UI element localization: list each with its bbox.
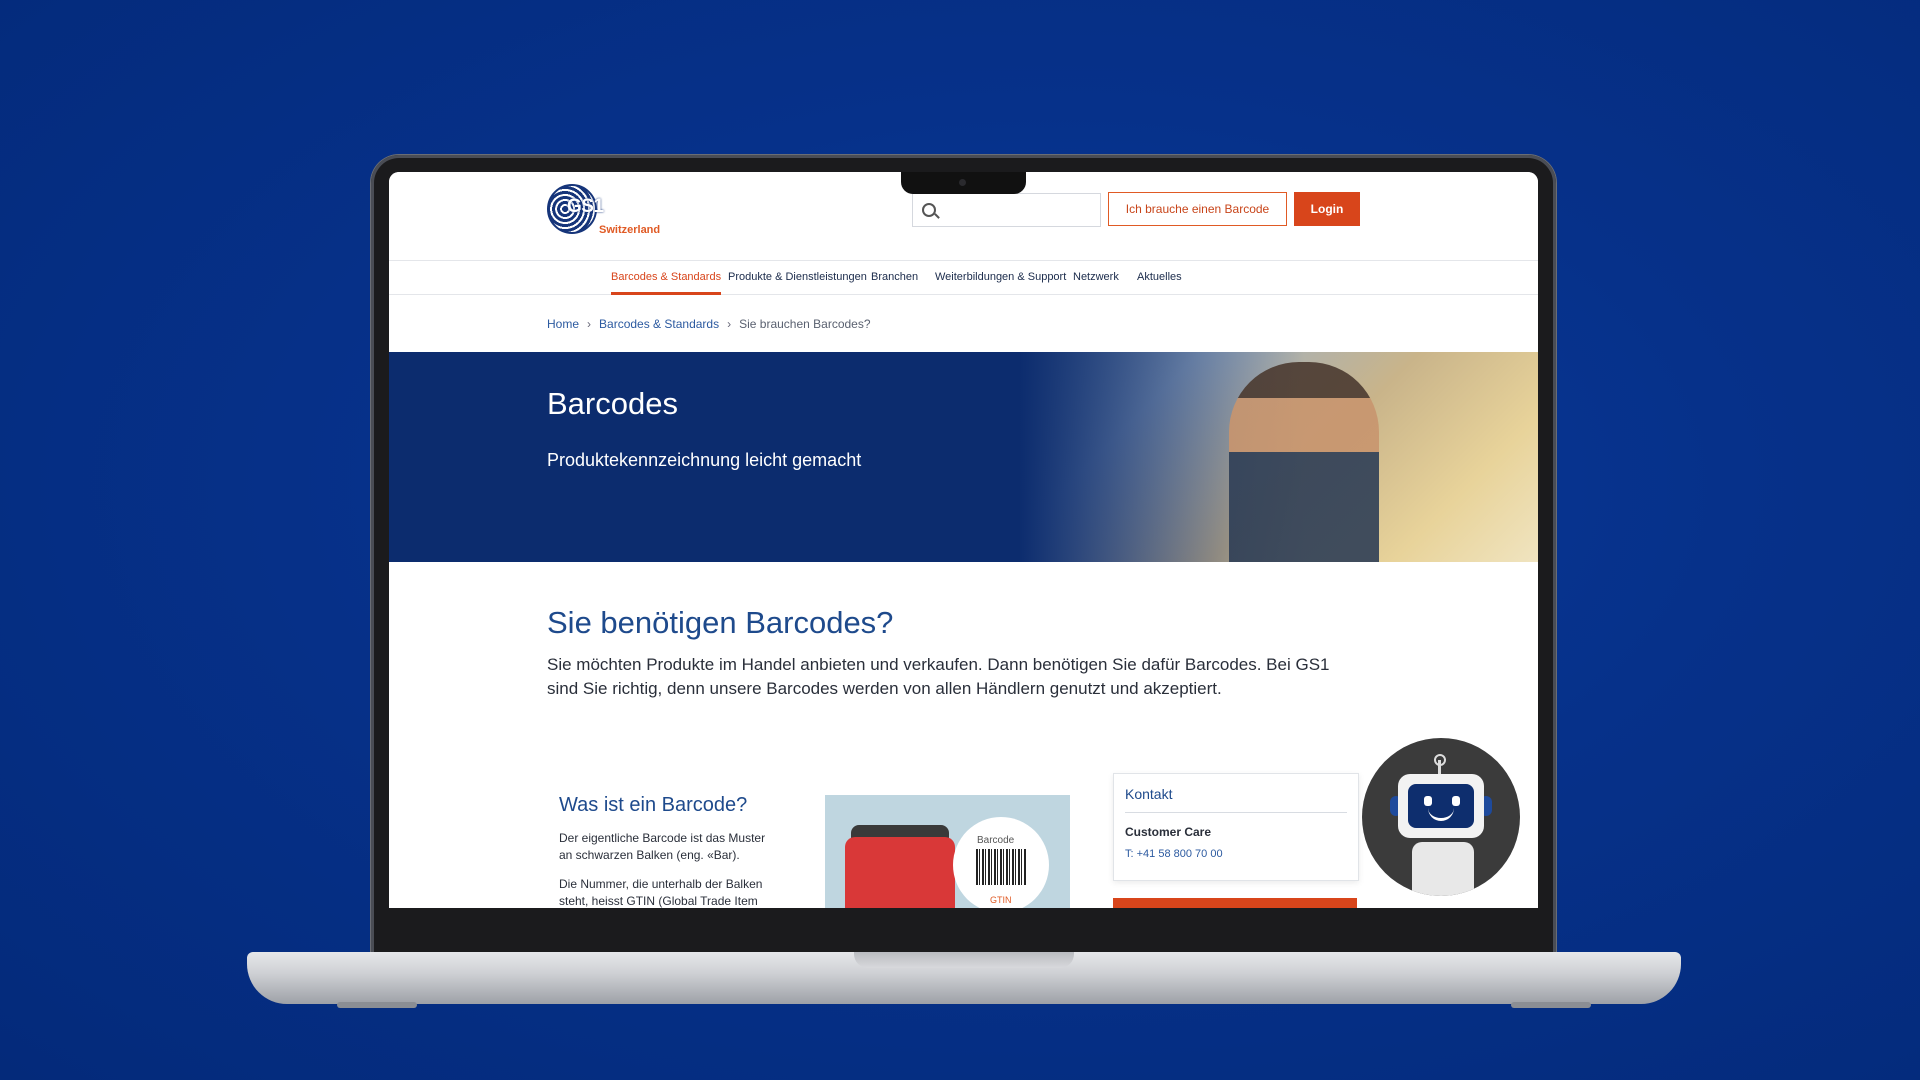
robot-eye-right	[1452, 796, 1460, 806]
breadcrumb-home[interactable]: Home	[547, 317, 579, 331]
chevron-right-icon: ›	[587, 317, 592, 331]
robot-body	[1412, 842, 1474, 896]
nav-item-weiterbildungen[interactable]: Weiterbildungen & Support	[935, 261, 1066, 295]
gtin-label: GTIN	[990, 895, 1012, 905]
hero-subtitle: Produktekennzeichnung leicht gemacht	[547, 450, 862, 470]
nav-item-branchen[interactable]: Branchen	[871, 261, 918, 295]
contact-card: Kontakt Customer Care T: +41 58 800 70 0…	[1113, 773, 1359, 881]
nav-item-produkte[interactable]: Produkte & Dienstleistungen	[728, 261, 867, 295]
search-icon	[922, 203, 936, 217]
breadcrumb: Home › Barcodes & Standards › Sie brauchen B…	[547, 317, 871, 331]
robot-eye-left	[1424, 796, 1432, 806]
nav-item-barcodes-standards[interactable]: Barcodes & Standards	[611, 261, 722, 295]
laptop-notch	[901, 172, 1026, 194]
chatbot-robot-icon[interactable]	[1362, 738, 1520, 896]
jar	[845, 837, 955, 908]
barcode-label: Barcode	[977, 835, 1015, 846]
contact-phone-link[interactable]: T: +41 58 800 70 00	[1125, 848, 1223, 860]
hero-person-woman	[1374, 382, 1494, 562]
login-button[interactable]: Login	[1294, 192, 1360, 226]
contact-name: Customer Care	[1125, 825, 1212, 839]
contact-title: Kontakt	[1125, 786, 1173, 802]
logo-region: Switzerland	[599, 224, 661, 236]
hero-person-man	[1229, 362, 1379, 562]
page-heading: Sie benötigen Barcodes?	[547, 605, 894, 640]
camera-icon	[959, 179, 966, 186]
what-is-barcode-text-2: Die Nummer, die unterhalb der Balken ste…	[559, 877, 763, 908]
cta-button[interactable]	[1113, 898, 1357, 908]
divider	[1125, 812, 1347, 813]
nav-item-netzwerk[interactable]: Netzwerk	[1073, 261, 1119, 295]
need-barcode-button[interactable]: Ich brauche einen Barcode	[1108, 192, 1287, 226]
main-nav: Barcodes & Standards Produkte & Dienstle…	[389, 260, 1538, 295]
hero-banner: Barcodes Produktekennzeichnung leicht ge…	[389, 352, 1538, 562]
intro-paragraph: Sie möchten Produkte im Handel anbieten …	[547, 655, 1330, 698]
barcode-illustration: Barcode GTIN	[825, 795, 1070, 908]
nav-item-aktuelles[interactable]: Aktuelles	[1137, 261, 1182, 295]
laptop-base	[247, 952, 1681, 1008]
gs1-logo[interactable]: GS1 Switzerland	[547, 184, 667, 240]
logo-mark: GS1	[567, 196, 604, 217]
chevron-right-icon: ›	[727, 317, 732, 331]
search-input[interactable]	[912, 193, 1101, 227]
breadcrumb-current: Sie brauchen Barcodes?	[739, 317, 871, 331]
hero-title: Barcodes	[547, 386, 678, 421]
what-is-barcode-heading: Was ist ein Barcode?	[559, 794, 748, 816]
laptop-foot	[1511, 1002, 1591, 1008]
breadcrumb-barcodes-standards[interactable]: Barcodes & Standards	[599, 317, 719, 331]
robot-antenna-tip	[1434, 754, 1446, 766]
robot-face	[1408, 784, 1474, 828]
laptop-groove	[854, 952, 1074, 968]
laptop-foot	[337, 1002, 417, 1008]
barcode-bars-icon	[976, 849, 1026, 885]
what-is-barcode-text: Der eigentliche Barcode ist das Muster a…	[559, 831, 766, 862]
